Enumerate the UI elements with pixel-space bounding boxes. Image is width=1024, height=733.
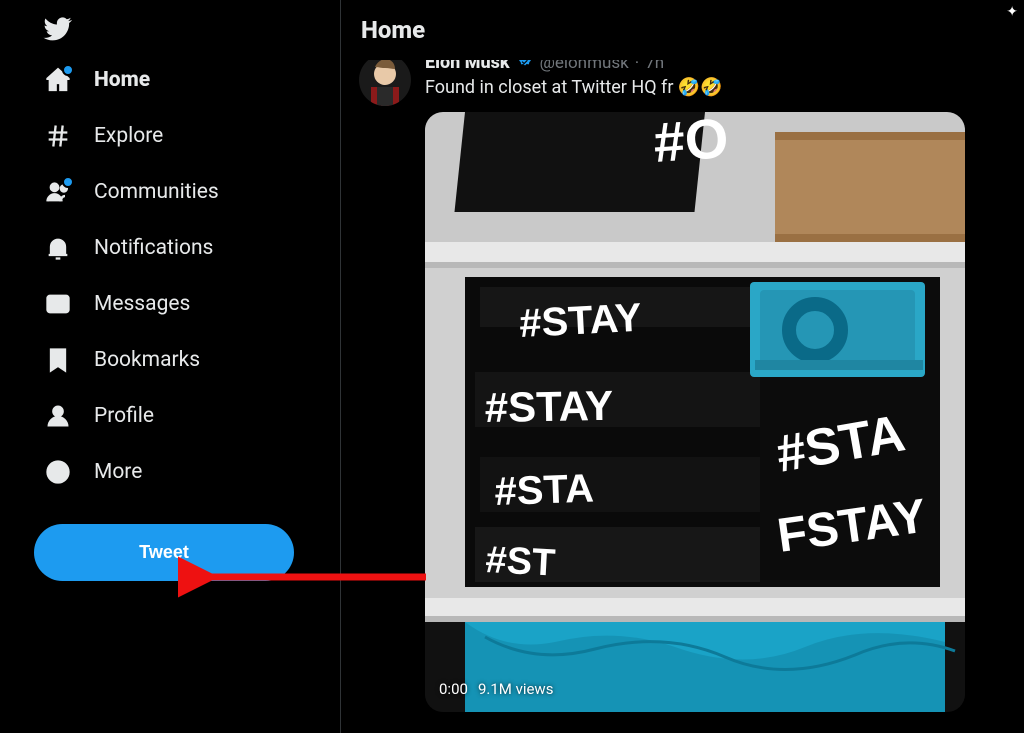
- nav-home-label: Home: [94, 68, 150, 92]
- media-views: 9.1M views: [478, 680, 554, 698]
- bell-icon: [44, 234, 72, 262]
- svg-text:#STAY: #STAY: [484, 382, 613, 431]
- nav-home[interactable]: Home: [34, 52, 166, 108]
- hash-icon: [44, 122, 72, 150]
- svg-text:#ST: #ST: [485, 539, 557, 585]
- nav-explore-label: Explore: [94, 124, 163, 148]
- nav-explore[interactable]: Explore: [34, 108, 179, 164]
- nav-notifications[interactable]: Notifications: [34, 220, 229, 276]
- main-column: Home Elon Musk @elonmusk: [340, 0, 1024, 733]
- tweet-body: Elon Musk @elonmusk · 7h Found in closet…: [425, 60, 1006, 712]
- nav-messages[interactable]: Messages: [34, 276, 206, 332]
- feed: Elon Musk @elonmusk · 7h Found in closet…: [341, 60, 1024, 733]
- tweet-separator: ·: [635, 60, 639, 73]
- verified-badge-icon: [516, 60, 534, 72]
- svg-text:#STAY: #STAY: [518, 296, 643, 346]
- tweet-button[interactable]: Tweet: [34, 524, 294, 581]
- home-notification-dot: [62, 64, 74, 76]
- author-name[interactable]: Elon Musk: [425, 60, 510, 73]
- twitter-logo[interactable]: [42, 14, 72, 44]
- nav-notifications-label: Notifications: [94, 236, 213, 260]
- svg-text:#O: #O: [651, 112, 730, 174]
- nav-bookmarks[interactable]: Bookmarks: [34, 332, 216, 388]
- media-time: 0:00: [439, 680, 468, 698]
- page-title: Home: [341, 0, 1024, 60]
- communities-notification-dot: [62, 176, 74, 188]
- envelope-icon: [44, 290, 72, 318]
- nav-communities-label: Communities: [94, 180, 219, 204]
- nav-profile[interactable]: Profile: [34, 388, 170, 444]
- sidebar: Home Explore Communities Notifica: [0, 0, 340, 733]
- nav-more[interactable]: More: [34, 444, 158, 500]
- tweet-text: Found in closet at Twitter HQ fr 🤣🤣: [425, 77, 1006, 98]
- author-avatar[interactable]: [359, 60, 411, 106]
- nav-list: Home Explore Communities Notifica: [34, 52, 340, 500]
- communities-icon: [44, 178, 72, 206]
- media-meta: 0:00 9.1M views: [439, 680, 553, 698]
- tweet-media[interactable]: #O #ST: [425, 112, 965, 712]
- tweet[interactable]: Elon Musk @elonmusk · 7h Found in closet…: [341, 60, 1024, 712]
- nav-profile-label: Profile: [94, 404, 154, 428]
- author-handle[interactable]: @elonmusk: [540, 60, 629, 73]
- more-icon: [44, 458, 72, 486]
- home-icon: [44, 66, 72, 94]
- nav-communities[interactable]: Communities: [34, 164, 235, 220]
- nav-messages-label: Messages: [94, 292, 190, 316]
- tweet-time[interactable]: 7h: [645, 60, 664, 73]
- tweet-header: Elon Musk @elonmusk · 7h: [425, 60, 1006, 73]
- nav-more-label: More: [94, 460, 142, 484]
- profile-icon: [44, 402, 72, 430]
- nav-bookmarks-label: Bookmarks: [94, 348, 200, 372]
- bookmark-icon: [44, 346, 72, 374]
- svg-text:#STA: #STA: [494, 467, 595, 514]
- sparkle-icon: ✦: [1006, 4, 1018, 20]
